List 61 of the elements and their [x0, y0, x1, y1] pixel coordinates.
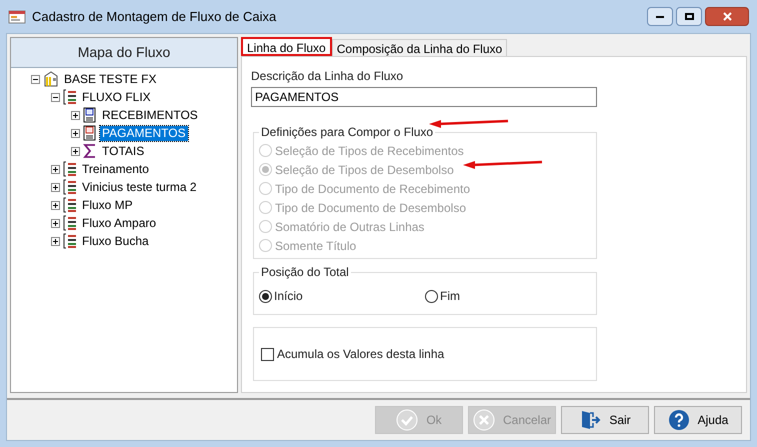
- tree-item[interactable]: Vinicius teste turma 2: [80, 180, 198, 194]
- collapse-toggle[interactable]: [51, 92, 60, 102]
- expand-toggle[interactable]: [71, 110, 80, 120]
- option-label: Início: [274, 288, 303, 305]
- description-field[interactable]: PAGAMENTOS: [251, 87, 597, 107]
- expand-toggle[interactable]: [71, 128, 80, 138]
- expand-toggle[interactable]: [51, 200, 60, 210]
- group-title: Definições para Compor o Fluxo: [260, 124, 434, 141]
- list-lines-icon: [63, 161, 77, 177]
- option-label: Tipo de Documento de Recebimento: [275, 180, 470, 198]
- list-lines-icon: [63, 89, 77, 105]
- document-c-icon: [83, 107, 97, 123]
- panel-header: Mapa do Fluxo: [11, 38, 237, 68]
- tab[interactable]: Composição da Linha do Fluxo: [332, 39, 508, 56]
- tree-item[interactable]: Treinamento: [80, 162, 151, 176]
- tree-item[interactable]: RECEBIMENTOS: [100, 108, 200, 122]
- exit-button[interactable]: Sair: [561, 406, 649, 434]
- checkbox-label: Acumula os Valores desta linha: [277, 346, 444, 363]
- check-icon: [396, 409, 418, 431]
- minimize-button[interactable]: [647, 7, 673, 26]
- list-lines-icon: [63, 179, 77, 195]
- option-label: Tipo de Documento de Desembolso: [275, 200, 466, 216]
- app-icon: [8, 8, 26, 24]
- close-icon: [472, 409, 495, 431]
- list-lines-icon: [63, 197, 77, 213]
- list-lines-icon: [63, 233, 77, 249]
- tree-item[interactable]: Fluxo MP: [80, 198, 135, 212]
- document-p-icon: [83, 125, 97, 141]
- expand-toggle[interactable]: [51, 236, 60, 246]
- close-button[interactable]: [705, 7, 749, 26]
- tree-item[interactable]: Fluxo Bucha: [80, 234, 151, 248]
- maximize-button[interactable]: [676, 7, 702, 26]
- option-label: Somente Título: [275, 238, 356, 254]
- tree-item[interactable]: BASE TESTE FX: [62, 72, 158, 86]
- field-label: Descrição da Linha do Fluxo: [251, 69, 404, 83]
- checkbox[interactable]: [261, 348, 274, 360]
- help-icon: [668, 409, 690, 431]
- option-label: Somatório de Outras Linhas: [275, 218, 424, 236]
- radio-button[interactable]: [425, 290, 438, 302]
- building-icon: [43, 71, 59, 87]
- option-label: Seleção de Tipos de Recebimentos: [275, 142, 464, 160]
- option-label: Seleção de Tipos de Desembolso: [275, 162, 454, 178]
- tree-item[interactable]: TOTAIS: [100, 144, 146, 158]
- radio-button[interactable]: [259, 290, 272, 302]
- expand-toggle[interactable]: [51, 182, 60, 192]
- list-lines-icon: [63, 215, 77, 231]
- tree-item[interactable]: PAGAMENTOS: [100, 126, 188, 140]
- expand-toggle[interactable]: [71, 146, 80, 156]
- tree-item[interactable]: FLUXO FLIX: [80, 90, 153, 104]
- close-icon: [722, 12, 732, 21]
- group-title: Posição do Total: [260, 264, 350, 281]
- help-button[interactable]: Ajuda: [654, 406, 742, 434]
- tab[interactable]: Linha do Fluxo: [241, 37, 332, 56]
- expand-toggle[interactable]: [51, 218, 60, 228]
- expand-toggle[interactable]: [51, 164, 60, 174]
- door-exit-icon: [579, 409, 602, 431]
- collapse-toggle[interactable]: [31, 74, 40, 84]
- window-title: Cadastro de Montagem de Fluxo de Caixa: [32, 8, 278, 26]
- tree-item[interactable]: Fluxo Amparo: [80, 216, 158, 230]
- option-label: Fim: [440, 288, 460, 305]
- sigma-icon: [83, 143, 97, 159]
